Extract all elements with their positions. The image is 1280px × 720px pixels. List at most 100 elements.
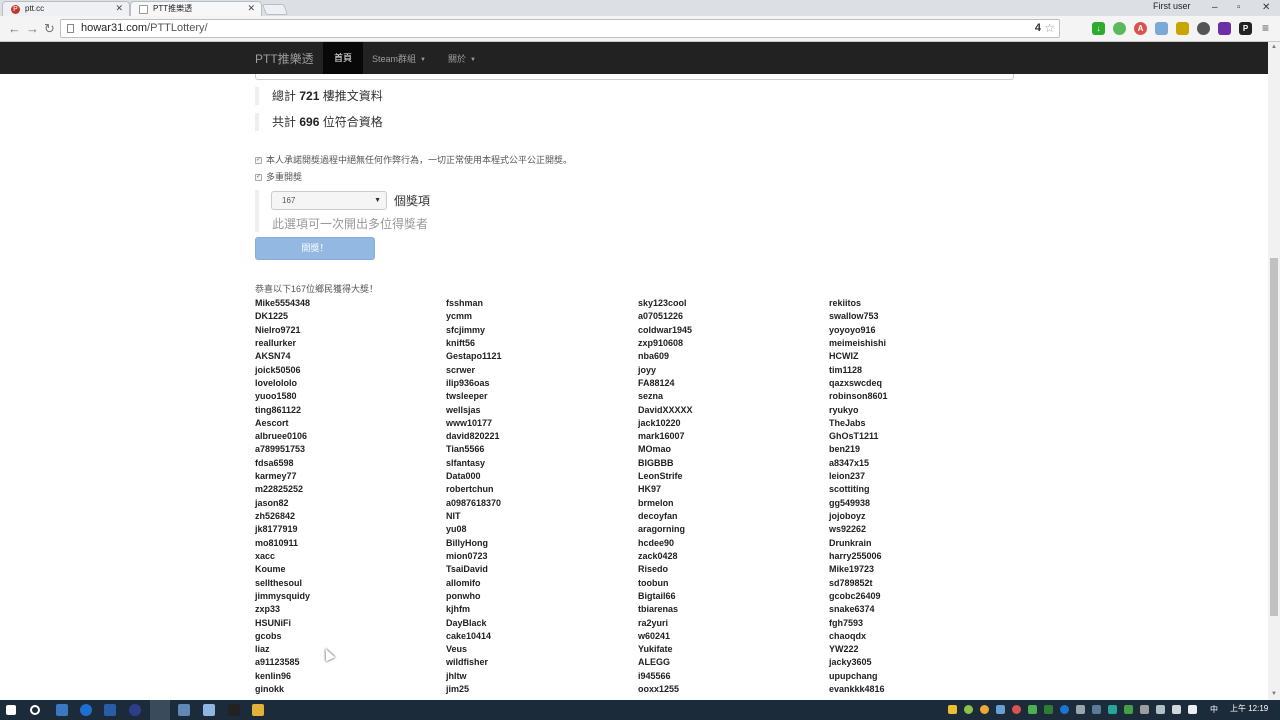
winner-name: joyy [638, 364, 657, 375]
tray-icon[interactable] [1124, 705, 1133, 714]
page-scrollbar[interactable]: ▲ ▼ [1268, 42, 1280, 700]
multi-draw-checkbox-row[interactable]: ✓ 多重開獎 [255, 172, 302, 183]
tray-icon[interactable] [1076, 705, 1085, 714]
forward-arrow-icon[interactable]: → [26, 21, 39, 36]
ie-icon[interactable] [104, 704, 116, 716]
folder-icon[interactable] [252, 704, 264, 716]
tray-icon[interactable] [1108, 705, 1117, 714]
url-host: howar31.com [81, 22, 148, 34]
notification-count[interactable]: 4 [1035, 22, 1041, 34]
maximize-icon[interactable]: ▫ [1237, 2, 1241, 13]
winner-name: a07051226 [638, 311, 684, 322]
scroll-up-icon[interactable]: ▲ [1271, 44, 1277, 50]
tray-icon[interactable] [1060, 705, 1069, 714]
edge-icon[interactable] [80, 704, 92, 716]
winner-name: zack0428 [638, 550, 678, 561]
winner-name: chaoqdx [829, 630, 867, 641]
volume-icon[interactable] [1156, 705, 1165, 714]
p-extension-icon[interactable]: P [1239, 22, 1252, 35]
input-language[interactable]: 中 [1210, 704, 1218, 715]
winner-name: sd789852t [829, 577, 873, 588]
tray-icon[interactable] [964, 705, 973, 714]
address-bar[interactable]: howar31.com/PTTLottery/ 4 ☆ [60, 19, 1060, 38]
winner-name: toobun [638, 577, 669, 588]
profile-user-label[interactable]: First user [1153, 1, 1191, 11]
tray-icon[interactable] [948, 705, 957, 714]
tray-icon[interactable] [1044, 705, 1053, 714]
tray-icon[interactable] [1012, 705, 1021, 714]
network-icon[interactable] [1140, 705, 1149, 714]
desktop-icon[interactable] [178, 704, 190, 716]
tray-icon[interactable] [980, 705, 989, 714]
tray-icon[interactable] [1028, 705, 1037, 714]
twitch-extension-icon[interactable] [1218, 22, 1231, 35]
reload-icon[interactable]: ↻ [44, 21, 55, 37]
gear-extension-icon[interactable] [1197, 22, 1210, 35]
url-path: /PTTLottery/ [147, 22, 208, 34]
close-icon[interactable]: ✕ [115, 2, 123, 15]
store-icon[interactable] [56, 704, 68, 716]
scroll-down-icon[interactable]: ▼ [1271, 691, 1277, 697]
winner-name: meimeishishi [829, 337, 887, 348]
back-arrow-icon[interactable]: ← [8, 21, 21, 36]
winner-name: Mike5554348 [255, 298, 311, 308]
new-tab-button[interactable] [261, 4, 289, 15]
winner-name: ryukyo [829, 404, 859, 415]
winner-name: nba609 [638, 351, 670, 362]
menu-icon[interactable]: ≡ [1262, 21, 1269, 35]
winner-name: ooxx1255 [638, 684, 680, 695]
nav-steam-group[interactable]: Steam群組 ▼ [372, 52, 426, 65]
winner-name: zxp910608 [638, 337, 684, 348]
green-extension-icon[interactable] [1113, 22, 1126, 35]
scrollbar-thumb[interactable] [1270, 258, 1278, 616]
tab-pttlottery[interactable]: PTT推樂透 ✕ [130, 1, 262, 16]
winner-name: TsaiDavid [446, 564, 488, 575]
total-posts-stat: 總計 721 樓推文資料 [255, 87, 383, 105]
winner-name: wellsjas [446, 404, 481, 415]
winner-name: ALEGG [638, 657, 671, 668]
page-icon [67, 24, 74, 33]
fairness-checkbox-row[interactable]: ✓ 本人承諾開獎過程中絕無任何作弊行為，一切正常使用本程式公平公正開獎。 [255, 155, 572, 166]
prize-count-select[interactable]: 167 ▼ [271, 191, 387, 210]
battery-icon[interactable] [1172, 705, 1181, 714]
winner-name: Mike19723 [829, 564, 875, 575]
draw-button[interactable]: 開獎！ [255, 237, 375, 260]
nav-about[interactable]: 關於 ▼ [448, 52, 476, 65]
download-extension-icon[interactable]: ↓ [1092, 22, 1105, 35]
action-center-icon[interactable] [1188, 705, 1197, 714]
winner-name: Drunkrain [829, 537, 872, 548]
bookmark-star-icon[interactable]: ☆ [1044, 21, 1055, 35]
app-icon[interactable] [129, 704, 141, 716]
winner-name: jimmysquidy [255, 590, 311, 601]
tray-icon[interactable] [996, 705, 1005, 714]
camera-extension-icon[interactable] [1155, 22, 1168, 35]
yellow-extension-icon[interactable] [1176, 22, 1189, 35]
multi-draw-checkbox[interactable]: ✓ [255, 174, 262, 182]
terminal-icon[interactable] [228, 704, 240, 716]
push-data-textarea[interactable] [255, 74, 1014, 80]
tray-icon[interactable] [1092, 705, 1101, 714]
adblock-icon[interactable]: A [1134, 22, 1147, 35]
winner-name: david820221 [446, 431, 500, 442]
winner-name: AKSN74 [255, 351, 291, 362]
search-icon[interactable] [30, 705, 40, 715]
site-brand[interactable]: PTT推樂透 [255, 50, 314, 67]
close-icon[interactable]: ✕ [247, 2, 255, 15]
chrome-task-icon[interactable] [150, 700, 170, 720]
winners-column: rekiitos swallow753 yoyoyo916 meimeishishi H… [829, 297, 1019, 696]
winner-name: gcobc26409 [829, 590, 881, 601]
windows-taskbar: 中 上午 12:19 [0, 700, 1280, 720]
winner-name: fdsa6598 [255, 457, 294, 468]
windows-start-icon[interactable] [6, 705, 16, 715]
taskbar-clock[interactable]: 上午 12:19 [1230, 703, 1268, 714]
winner-name: joick50506 [255, 364, 301, 375]
fairness-checkbox[interactable]: ✓ [255, 157, 262, 165]
winner-name: mion0723 [446, 550, 488, 561]
minimize-icon[interactable]: – [1212, 2, 1218, 13]
close-window-icon[interactable]: ✕ [1262, 2, 1270, 13]
tab-ptt[interactable]: P ptt.cc ✕ [2, 1, 130, 16]
chevron-down-icon: ▼ [374, 197, 381, 204]
document-icon[interactable] [203, 704, 215, 716]
nav-home[interactable]: 首頁 [323, 42, 364, 74]
winner-name: tim1128 [829, 364, 863, 375]
